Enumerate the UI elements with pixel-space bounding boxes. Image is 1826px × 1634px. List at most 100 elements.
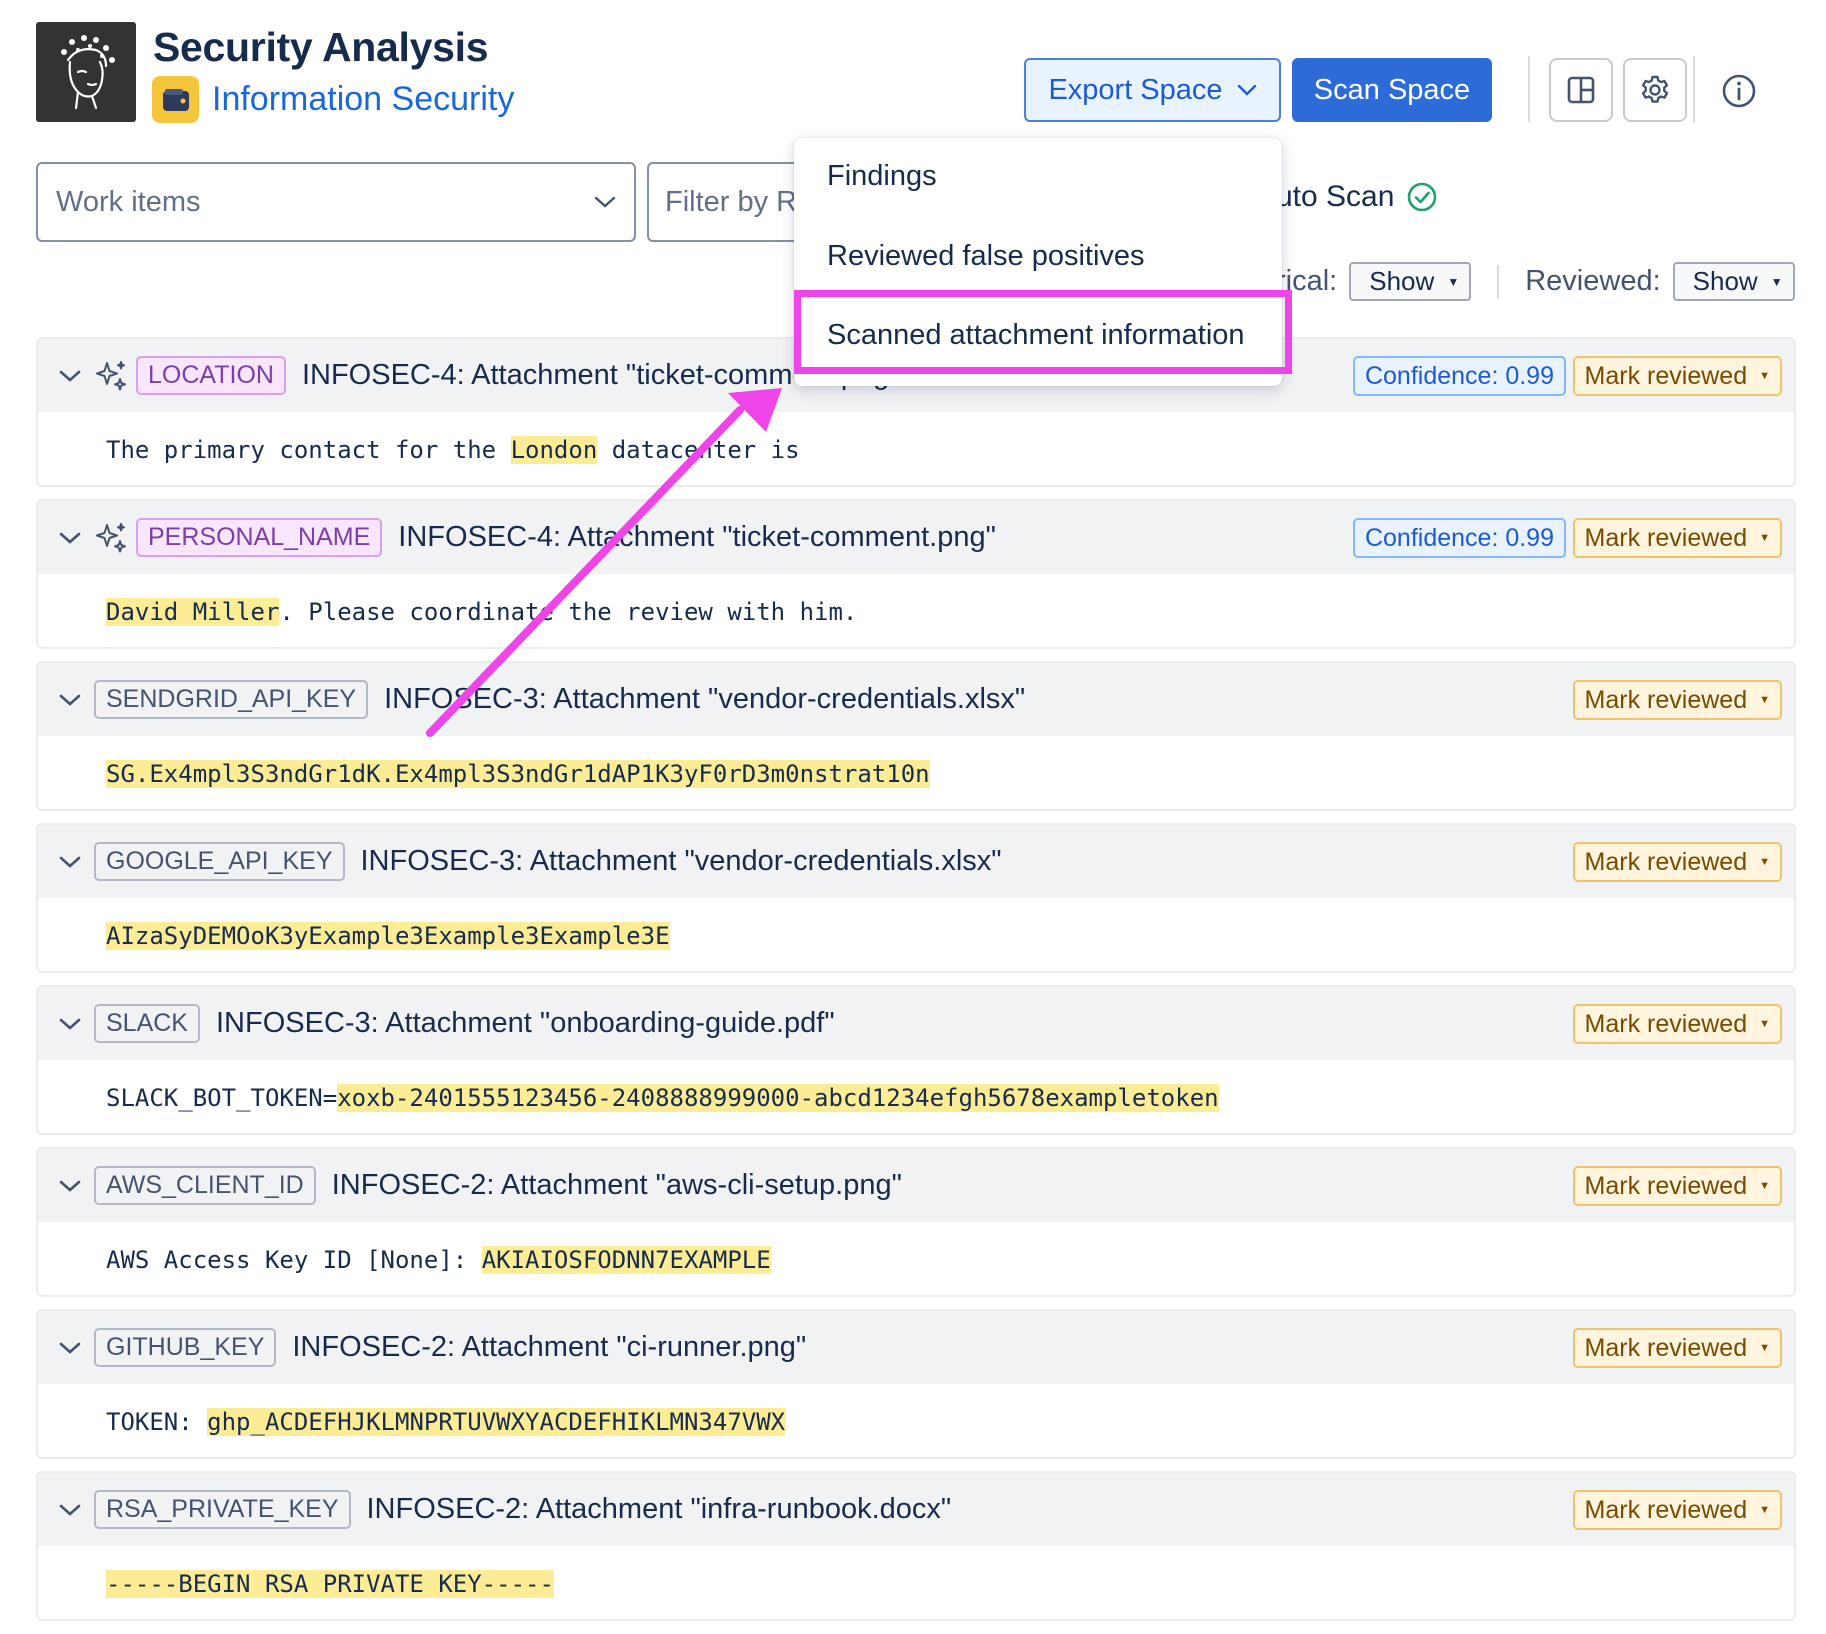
- chevron-down-icon[interactable]: [50, 680, 90, 720]
- finding-snippet: AWS Access Key ID [None]: AKIAIOSFODNN7E…: [38, 1222, 1794, 1295]
- reviewed-value: Show: [1692, 266, 1758, 296]
- finding-snippet: The primary contact for the London datac…: [38, 412, 1794, 485]
- finding-type-tag: SLACK: [94, 1004, 200, 1043]
- finding-header[interactable]: GOOGLE_API_KEY INFOSEC-3: Attachment "ven…: [38, 825, 1794, 898]
- chevron-down-icon[interactable]: [50, 842, 90, 882]
- finding-title: INFOSEC-2: Attachment "ci-runner.png": [292, 1331, 807, 1363]
- panel-layout-icon: [1567, 76, 1595, 104]
- finding-snippet: SG.Ex4mpl3S3ndGr1dK.Ex4mpl3S3ndGr1dAP1K3…: [38, 736, 1794, 809]
- mark-reviewed-label: Mark reviewed: [1584, 523, 1748, 552]
- divider: [1497, 264, 1500, 299]
- snippet-match: xoxb-2401555123456-2408888999000-abcd123…: [337, 1083, 1219, 1112]
- snippet-match: ghp_ACDEFHJKLMNPRTUVWXYACDEFHIKLMN347VWX: [207, 1407, 786, 1436]
- finding-card: GITHUB_KEY INFOSEC-2: Attachment "ci-runn…: [36, 1309, 1796, 1459]
- mark-reviewed-button[interactable]: Mark reviewed ▼: [1572, 518, 1782, 558]
- reviewed-select[interactable]: Show ▼: [1672, 262, 1795, 301]
- chevron-down-icon[interactable]: [50, 356, 90, 396]
- chevron-down-icon: [1237, 84, 1256, 96]
- info-button[interactable]: [1718, 70, 1760, 112]
- finding-title: INFOSEC-3: Attachment "vendor-credential…: [360, 845, 1002, 877]
- historical-select[interactable]: Show ▼: [1349, 262, 1472, 301]
- scan-space-button[interactable]: Scan Space: [1292, 58, 1492, 122]
- snippet-match: -----BEGIN RSA PRIVATE KEY-----: [106, 1569, 554, 1598]
- visibility-filters: rical: Show ▼ Reviewed: Show ▼: [1276, 262, 1795, 301]
- finding-snippet: David Miller. Please coordinate the revi…: [38, 574, 1794, 647]
- auto-scan-label: uto Scan: [1276, 180, 1395, 213]
- chevron-down-icon[interactable]: [50, 1004, 90, 1044]
- finding-type-tag: AWS_CLIENT_ID: [94, 1166, 316, 1205]
- finding-header[interactable]: GITHUB_KEY INFOSEC-2: Attachment "ci-runn…: [38, 1311, 1794, 1384]
- mark-reviewed-button[interactable]: Mark reviewed ▼: [1572, 1328, 1782, 1368]
- caret-down-icon: ▼: [1759, 370, 1770, 382]
- caret-down-icon: ▼: [1759, 856, 1770, 868]
- mark-reviewed-label: Mark reviewed: [1584, 1171, 1748, 1200]
- confidence-badge: Confidence: 0.99: [1352, 356, 1566, 396]
- export-space-label: Export Space: [1048, 73, 1223, 106]
- finding-header[interactable]: RSA_PRIVATE_KEY INFOSEC-2: Attachment "in…: [38, 1473, 1794, 1546]
- chevron-down-icon[interactable]: [50, 1328, 90, 1368]
- finding-snippet: TOKEN: ghp_ACDEFHJKLMNPRTUVWXYACDEFHIKLM…: [38, 1384, 1794, 1457]
- caret-down-icon: ▼: [1759, 1504, 1770, 1516]
- auto-scan-status: uto Scan: [1276, 180, 1438, 214]
- caret-down-icon: ▼: [1759, 1018, 1770, 1030]
- caret-down-icon: ▼: [1447, 274, 1460, 289]
- snippet-match: London: [510, 435, 598, 464]
- menu-item-reviewed-false-positives[interactable]: Reviewed false positives: [827, 240, 1145, 273]
- mark-reviewed-label: Mark reviewed: [1584, 1495, 1748, 1524]
- finding-header[interactable]: SLACK INFOSEC-3: Attachment "onboarding-g…: [38, 987, 1794, 1060]
- finding-type-tag: LOCATION: [136, 356, 286, 395]
- finding-title: INFOSEC-2: Attachment "infra-runbook.doc…: [366, 1493, 952, 1525]
- historical-value: Show: [1369, 266, 1435, 296]
- filter-input[interactable]: Filter by R: [647, 162, 807, 242]
- app-logo: [36, 22, 136, 122]
- space-link[interactable]: Information Security: [212, 80, 514, 119]
- ai-sparkle-icon: [94, 520, 130, 556]
- mark-reviewed-button[interactable]: Mark reviewed ▼: [1572, 356, 1782, 396]
- page-title: Security Analysis: [153, 24, 489, 70]
- menu-item-findings[interactable]: Findings: [827, 160, 937, 193]
- confidence-badge: Confidence: 0.99: [1352, 518, 1566, 558]
- ai-sparkle-icon: [94, 358, 130, 394]
- mark-reviewed-button[interactable]: Mark reviewed ▼: [1572, 1004, 1782, 1044]
- mark-reviewed-button[interactable]: Mark reviewed ▼: [1572, 1166, 1782, 1206]
- chevron-down-icon[interactable]: [50, 518, 90, 558]
- mark-reviewed-label: Mark reviewed: [1584, 1333, 1748, 1362]
- mark-reviewed-button[interactable]: Mark reviewed ▼: [1572, 842, 1782, 882]
- finding-header[interactable]: PERSONAL_NAME INFOSEC-4: Attachment "tick…: [38, 501, 1794, 574]
- snippet-match: SG.Ex4mpl3S3ndGr1dK.Ex4mpl3S3ndGr1dAP1K3…: [106, 759, 930, 788]
- work-items-select[interactable]: Work items: [36, 162, 636, 242]
- finding-card: RSA_PRIVATE_KEY INFOSEC-2: Attachment "in…: [36, 1471, 1796, 1621]
- snippet-suffix: datacenter is: [597, 435, 800, 464]
- chevron-down-icon[interactable]: [50, 1490, 90, 1530]
- work-items-value: Work items: [56, 185, 201, 218]
- chevron-down-icon: [594, 196, 616, 208]
- reviewed-label: Reviewed:: [1525, 265, 1661, 297]
- mark-reviewed-label: Mark reviewed: [1584, 847, 1748, 876]
- filter-placeholder: Filter by R: [665, 185, 798, 218]
- divider: [1693, 56, 1695, 122]
- wallet-icon: [152, 76, 199, 123]
- divider: [1528, 56, 1530, 122]
- snippet-prefix: AWS Access Key ID [None]:: [106, 1245, 482, 1274]
- finding-title: INFOSEC-3: Attachment "onboarding-guide.…: [215, 1007, 835, 1039]
- finding-title: INFOSEC-4: Attachment "ticket-comment.pn…: [398, 521, 996, 553]
- snippet-match: AKIAIOSFODNN7EXAMPLE: [481, 1245, 771, 1274]
- snippet-match: David Miller: [106, 597, 280, 626]
- mark-reviewed-label: Mark reviewed: [1584, 685, 1748, 714]
- chevron-down-icon[interactable]: [50, 1166, 90, 1206]
- finding-header[interactable]: AWS_CLIENT_ID INFOSEC-2: Attachment "aws-…: [38, 1149, 1794, 1222]
- caret-down-icon: ▼: [1759, 1180, 1770, 1192]
- settings-button[interactable]: [1623, 58, 1687, 122]
- export-space-button[interactable]: Export Space: [1024, 58, 1281, 122]
- finding-type-tag: RSA_PRIVATE_KEY: [94, 1490, 351, 1529]
- mark-reviewed-button[interactable]: Mark reviewed ▼: [1572, 680, 1782, 720]
- annotation-highlight-box: [794, 290, 1292, 374]
- caret-down-icon: ▼: [1759, 532, 1770, 544]
- caret-down-icon: ▼: [1759, 694, 1770, 706]
- caret-down-icon: ▼: [1770, 274, 1783, 289]
- mark-reviewed-button[interactable]: Mark reviewed ▼: [1572, 1490, 1782, 1530]
- finding-type-tag: PERSONAL_NAME: [136, 518, 383, 557]
- layout-toggle-button[interactable]: [1549, 58, 1613, 122]
- finding-card: SENDGRID_API_KEY INFOSEC-3: Attachment "v…: [36, 661, 1796, 811]
- finding-header[interactable]: SENDGRID_API_KEY INFOSEC-3: Attachment "v…: [38, 663, 1794, 736]
